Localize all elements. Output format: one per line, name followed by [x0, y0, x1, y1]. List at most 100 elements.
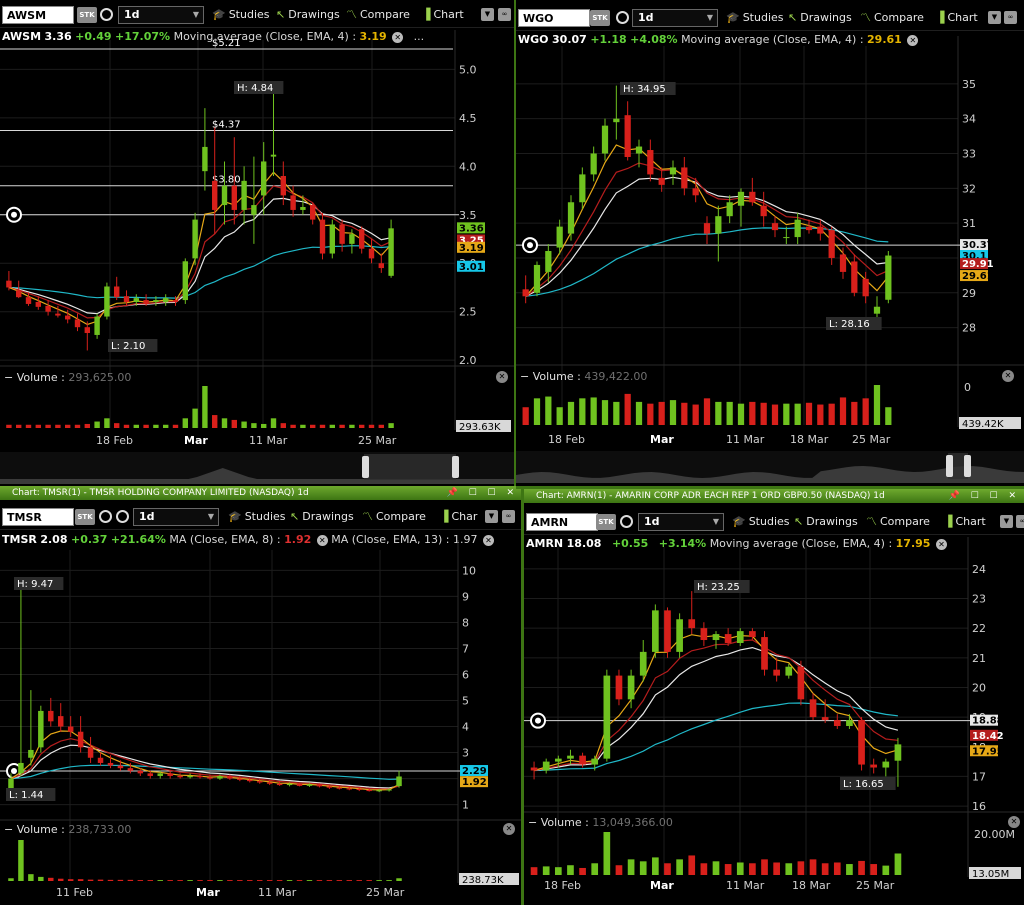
volume-bar — [376, 880, 382, 881]
price-chart-tmsr[interactable]: 10987654321H: 9.47L: 1.442.291.92238.73K… — [0, 486, 522, 905]
volume-bar — [688, 855, 696, 875]
candle-body — [885, 255, 892, 300]
candle-body — [326, 786, 333, 788]
y-tick-label: 5.0 — [459, 63, 477, 76]
date-label: 11 Mar — [258, 886, 297, 899]
ema-line — [8, 245, 392, 299]
y-tick-label: 17 — [972, 770, 986, 783]
volume-bar — [533, 398, 541, 425]
candle-body — [316, 784, 323, 787]
candle-body — [192, 219, 198, 259]
volume-bar — [817, 404, 824, 425]
candle-body — [237, 778, 243, 780]
candle-body — [556, 226, 563, 248]
candle-body — [794, 219, 801, 238]
candle-body — [715, 216, 722, 234]
candle-body — [48, 710, 54, 722]
volume-bar — [94, 421, 100, 428]
volume-bar — [266, 880, 273, 881]
date-label: 25 Mar — [852, 433, 891, 446]
candle-body — [783, 237, 790, 239]
panel-divider-horizontal[interactable] — [516, 486, 1024, 489]
volume-bar — [153, 424, 159, 428]
price-chart-wgo[interactable]: 3534333231302928H: 34.95L: 28.1630.3730.… — [516, 0, 1024, 486]
volume-bar — [624, 393, 631, 425]
volume-bar — [676, 859, 683, 875]
volume-bar — [25, 424, 32, 428]
candle-body — [94, 316, 100, 335]
close-volume-icon[interactable]: ✕ — [1008, 816, 1020, 828]
low-label: L: 16.65 — [843, 779, 884, 790]
candle-body — [545, 251, 552, 272]
ema-line — [534, 702, 898, 772]
volume-bar — [290, 424, 296, 428]
volume-bar — [6, 424, 12, 428]
candle-body — [396, 776, 402, 787]
price-tag: 29.61 — [962, 271, 994, 282]
price-tag: 3.19 — [459, 243, 484, 254]
candle-body — [163, 298, 169, 302]
volume-bar — [760, 402, 767, 425]
low-label: L: 1.44 — [9, 790, 43, 801]
candle-body — [692, 188, 699, 196]
candle-body — [882, 761, 890, 768]
close-volume-icon[interactable]: ✕ — [503, 823, 515, 835]
volume-bar — [319, 424, 326, 428]
date-label: 25 Mar — [856, 879, 895, 892]
volume-bar — [117, 879, 124, 881]
volume-bar — [18, 840, 24, 881]
volume-bar — [296, 880, 303, 881]
date-label: 11 Mar — [726, 879, 765, 892]
volume-bar — [16, 424, 22, 428]
date-label: 18 Feb — [548, 433, 585, 446]
y-tick-label: 8 — [462, 616, 469, 629]
volume-value: 13,049,366.00 — [592, 816, 673, 829]
volume-bar — [329, 424, 335, 428]
candle-body — [771, 223, 779, 231]
y-tick-label: 28 — [962, 322, 976, 335]
panel-divider-vertical[interactable] — [521, 486, 524, 905]
collapse-icon[interactable]: − — [520, 370, 529, 383]
candle-body — [167, 773, 173, 776]
volume-value: 238,733.00 — [68, 823, 132, 836]
date-label: 18 Mar — [790, 433, 829, 446]
candle-body — [579, 174, 586, 203]
y-tick-label: 2.0 — [459, 354, 477, 367]
volume-bar — [749, 863, 756, 875]
price-chart-amrn[interactable]: 242322212019181716H: 23.25L: 16.6518.881… — [524, 489, 1024, 905]
volume-bar — [143, 424, 149, 428]
collapse-icon[interactable]: − — [528, 816, 537, 829]
candle-body — [74, 319, 81, 328]
volume-bar — [349, 424, 355, 428]
candle-body — [16, 290, 22, 298]
volume-bar — [172, 424, 179, 428]
y-tick-label: 35 — [962, 78, 976, 91]
candle-body — [658, 177, 665, 185]
candle-body — [231, 185, 237, 210]
volume-bar — [286, 880, 293, 881]
volume-bar — [202, 386, 208, 428]
alert-icon-dot — [11, 768, 17, 775]
volume-bar — [48, 877, 54, 881]
panel-divider-vertical[interactable] — [514, 0, 516, 486]
close-volume-icon[interactable]: ✕ — [496, 371, 508, 383]
candle-body — [833, 720, 841, 727]
price-chart-awsm[interactable]: 5.04.54.03.53.02.52.0$5.21$4.37$3.80H: 4… — [0, 0, 514, 486]
low-label: L: 2.10 — [111, 341, 145, 352]
volume-bar — [270, 418, 277, 428]
navigator-handle-right — [452, 456, 459, 478]
volume-bar — [615, 865, 623, 875]
volume-bar — [177, 880, 183, 881]
volume-bar — [522, 407, 529, 425]
collapse-icon[interactable]: − — [4, 371, 13, 384]
candle-body — [870, 764, 878, 768]
candle-body — [749, 191, 756, 203]
volume-bar — [227, 880, 233, 881]
collapse-icon[interactable]: − — [4, 823, 13, 836]
volume-bar — [603, 832, 611, 875]
close-volume-icon[interactable]: ✕ — [1002, 370, 1014, 382]
volume-bar — [77, 879, 84, 881]
y-tick-label: 33 — [962, 148, 976, 161]
candle-body — [280, 176, 286, 196]
date-label: Mar — [196, 886, 220, 899]
